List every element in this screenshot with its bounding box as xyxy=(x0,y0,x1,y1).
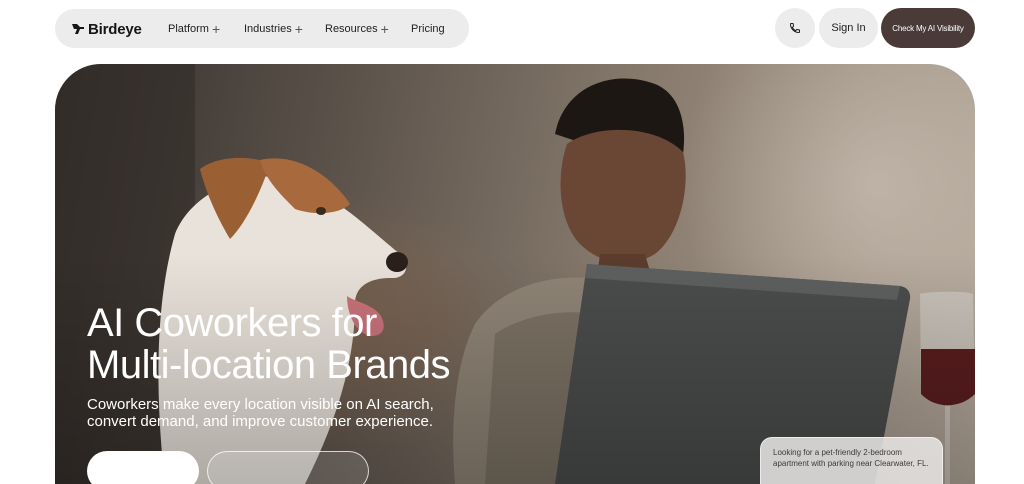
hero-section: AI Coworkers for Multi-location Brands C… xyxy=(55,64,975,484)
nav-label: Platform xyxy=(168,22,209,35)
nav-item-resources[interactable]: Resources + xyxy=(325,9,389,48)
hero-headline: AI Coworkers for Multi-location Brands xyxy=(87,301,451,387)
chat-prompt-text: Looking for a pet-friendly 2-bedroom apa… xyxy=(773,448,929,468)
sign-in-button[interactable]: Sign In xyxy=(819,8,878,48)
hero-subtext: Coworkers make every location visible on… xyxy=(87,396,434,430)
plus-icon: + xyxy=(380,20,389,37)
hero-primary-button[interactable] xyxy=(87,451,199,484)
check-ai-visibility-button[interactable]: Check My AI Visibility xyxy=(881,8,975,48)
ai-search-prompt-card: Looking for a pet-friendly 2-bedroom apa… xyxy=(760,437,943,484)
phone-icon xyxy=(789,23,800,34)
hero-secondary-button[interactable] xyxy=(207,451,369,484)
phone-button[interactable] xyxy=(775,8,815,48)
brand-name: Birdeye xyxy=(88,20,142,38)
nav-label: Resources xyxy=(325,22,378,35)
nav-item-pricing[interactable]: Pricing xyxy=(411,9,445,48)
nav-item-industries[interactable]: Industries + xyxy=(244,9,303,48)
birdeye-logo[interactable]: Birdeye xyxy=(71,19,142,39)
nav-item-platform[interactable]: Platform + xyxy=(168,9,220,48)
headline-line-1: AI Coworkers for xyxy=(87,301,377,345)
headline-line-2: Multi-location Brands xyxy=(87,343,451,387)
main-nav: Birdeye Platform + Industries + Resource… xyxy=(55,9,469,48)
plus-icon: + xyxy=(294,20,303,37)
plus-icon: + xyxy=(211,20,221,37)
nav-label: Pricing xyxy=(411,22,445,35)
birdeye-logo-icon xyxy=(72,24,84,34)
nav-label: Industries xyxy=(244,22,292,35)
